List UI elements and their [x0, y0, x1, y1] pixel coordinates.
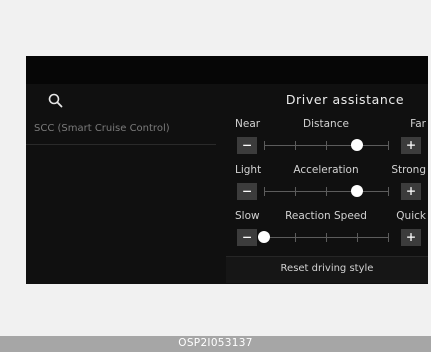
reaction-speed-increase-button[interactable]: + — [401, 229, 421, 246]
slider-tick — [388, 187, 389, 196]
slider-tick — [326, 233, 327, 242]
slider-thumb[interactable] — [258, 231, 270, 243]
reaction-speed-slider[interactable] — [258, 230, 389, 244]
infotainment-screen: Driver assistance SCC (Smart Cruise Cont… — [26, 56, 428, 284]
reset-driving-style-button[interactable]: Reset driving style — [226, 256, 428, 283]
slider-thumb[interactable] — [351, 185, 363, 197]
slider-tick — [357, 233, 358, 242]
distance-min-label: Near — [235, 118, 261, 130]
acceleration-slider[interactable] — [264, 184, 389, 198]
slider-tick — [326, 141, 327, 150]
search-icon — [48, 93, 63, 108]
acceleration-increase-button[interactable]: + — [401, 183, 421, 200]
reaction-speed-max-label: Quick — [396, 210, 426, 222]
panel-title: Driver assistance — [285, 92, 405, 107]
slider-tick — [264, 141, 265, 150]
slider-tick — [388, 141, 389, 150]
slider-tick — [295, 141, 296, 150]
distance-title: Distance — [303, 118, 349, 130]
slider-tick — [326, 187, 327, 196]
slider-tick — [388, 233, 389, 242]
slider-tick — [295, 233, 296, 242]
distance-increase-button[interactable]: + — [401, 137, 421, 154]
acceleration-max-label: Strong — [391, 164, 426, 176]
distance-max-label: Far — [410, 118, 426, 130]
search-button[interactable] — [46, 91, 66, 111]
reaction-speed-title: Reaction Speed — [285, 210, 367, 222]
setting-acceleration: Light Acceleration Strong − + — [226, 164, 428, 214]
distance-decrease-button[interactable]: − — [237, 137, 257, 154]
sidebar-item-scc[interactable]: SCC (Smart Cruise Control) — [26, 118, 216, 145]
slider-thumb[interactable] — [351, 139, 363, 151]
slider-tick — [295, 187, 296, 196]
reset-driving-style-label: Reset driving style — [280, 263, 374, 274]
acceleration-decrease-button[interactable]: − — [237, 183, 257, 200]
sidebar-item-label: SCC (Smart Cruise Control) — [34, 123, 170, 134]
acceleration-title: Acceleration — [293, 164, 359, 176]
reaction-speed-decrease-button[interactable]: − — [237, 229, 257, 246]
reaction-speed-min-label: Slow — [235, 210, 260, 222]
top-bar — [26, 56, 428, 84]
slider-tick — [264, 187, 265, 196]
setting-reaction-speed: Slow Reaction Speed Quick − + — [226, 210, 428, 260]
setting-distance: Near Distance Far − + — [226, 118, 428, 168]
caption-bar: OSP2I053137 — [0, 336, 431, 352]
image-code-caption: OSP2I053137 — [178, 337, 253, 349]
acceleration-min-label: Light — [235, 164, 262, 176]
distance-slider[interactable] — [264, 138, 389, 152]
